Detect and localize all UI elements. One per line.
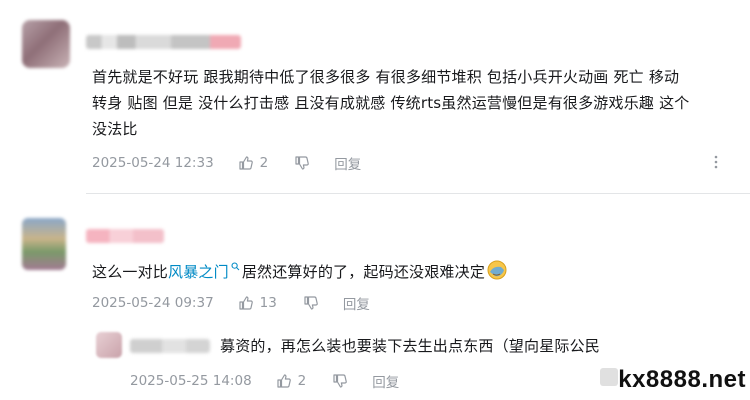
comment-text: 这么一对比风暴之门 居然还算好的了，起码还没艰难决定 bbox=[92, 259, 507, 285]
avatar[interactable] bbox=[22, 218, 66, 270]
like-count: 2 bbox=[297, 373, 307, 389]
watermark: kx8888.net bbox=[618, 366, 746, 393]
reply-button[interactable]: 回复 bbox=[343, 293, 370, 313]
search-link[interactable]: 风暴之门 bbox=[168, 263, 229, 281]
thumbs-down-icon[interactable] bbox=[332, 373, 348, 389]
timestamp: 2025-05-24 12:33 bbox=[92, 155, 214, 171]
reply-button[interactable]: 回复 bbox=[372, 371, 399, 391]
timestamp: 2025-05-24 09:37 bbox=[92, 295, 214, 311]
facepalm-emoji-icon bbox=[487, 260, 507, 280]
comment-text-suffix: 居然还算好的了，起码还没艰难决定 bbox=[241, 263, 486, 281]
timestamp: 2025-05-25 14:08 bbox=[130, 373, 252, 389]
search-link-icon[interactable] bbox=[231, 262, 240, 271]
avatar[interactable] bbox=[22, 20, 70, 68]
thumbs-up-icon bbox=[238, 155, 254, 171]
watermark-logo-icon bbox=[600, 368, 618, 386]
reply-meta: 2025-05-25 14:08 2 回复 bbox=[130, 371, 399, 391]
avatar[interactable] bbox=[96, 332, 122, 358]
more-vertical-icon[interactable] bbox=[712, 154, 720, 170]
thumbs-down-icon[interactable] bbox=[303, 295, 319, 311]
comment-text: 首先就是不好玩 跟我期待中低了很多很多 有很多细节堆积 包括小兵开火动画 死亡 … bbox=[92, 64, 750, 142]
like-button[interactable]: 2 bbox=[238, 155, 269, 171]
comment-line: 转身 贴图 但是 没什么打击感 且没有成就感 传统rts虽然运营慢但是有很多游戏… bbox=[92, 94, 690, 112]
comment-meta: 2025-05-24 12:33 2 回复 bbox=[92, 153, 361, 173]
comment-text-prefix: 这么一对比 bbox=[92, 263, 169, 281]
like-count: 2 bbox=[259, 155, 269, 171]
comment-line: 首先就是不好玩 跟我期待中低了很多很多 有很多细节堆积 包括小兵开火动画 死亡 … bbox=[92, 68, 680, 86]
reply-button[interactable]: 回复 bbox=[334, 153, 361, 173]
like-button[interactable]: 2 bbox=[276, 373, 307, 389]
username[interactable] bbox=[86, 229, 164, 243]
username[interactable] bbox=[86, 35, 241, 49]
reply-text: 募资的，再怎么装也要装下去生出点东西（望向星际公民 bbox=[220, 337, 601, 355]
like-count: 13 bbox=[259, 295, 277, 311]
thumbs-down-icon[interactable] bbox=[294, 155, 310, 171]
thumbs-up-icon bbox=[238, 295, 254, 311]
username[interactable] bbox=[130, 339, 210, 353]
comment-meta: 2025-05-24 09:37 13 回复 bbox=[92, 293, 370, 313]
divider bbox=[86, 193, 750, 194]
like-button[interactable]: 13 bbox=[238, 295, 277, 311]
comment-line: 没法比 bbox=[92, 120, 138, 138]
thumbs-up-icon bbox=[276, 373, 292, 389]
